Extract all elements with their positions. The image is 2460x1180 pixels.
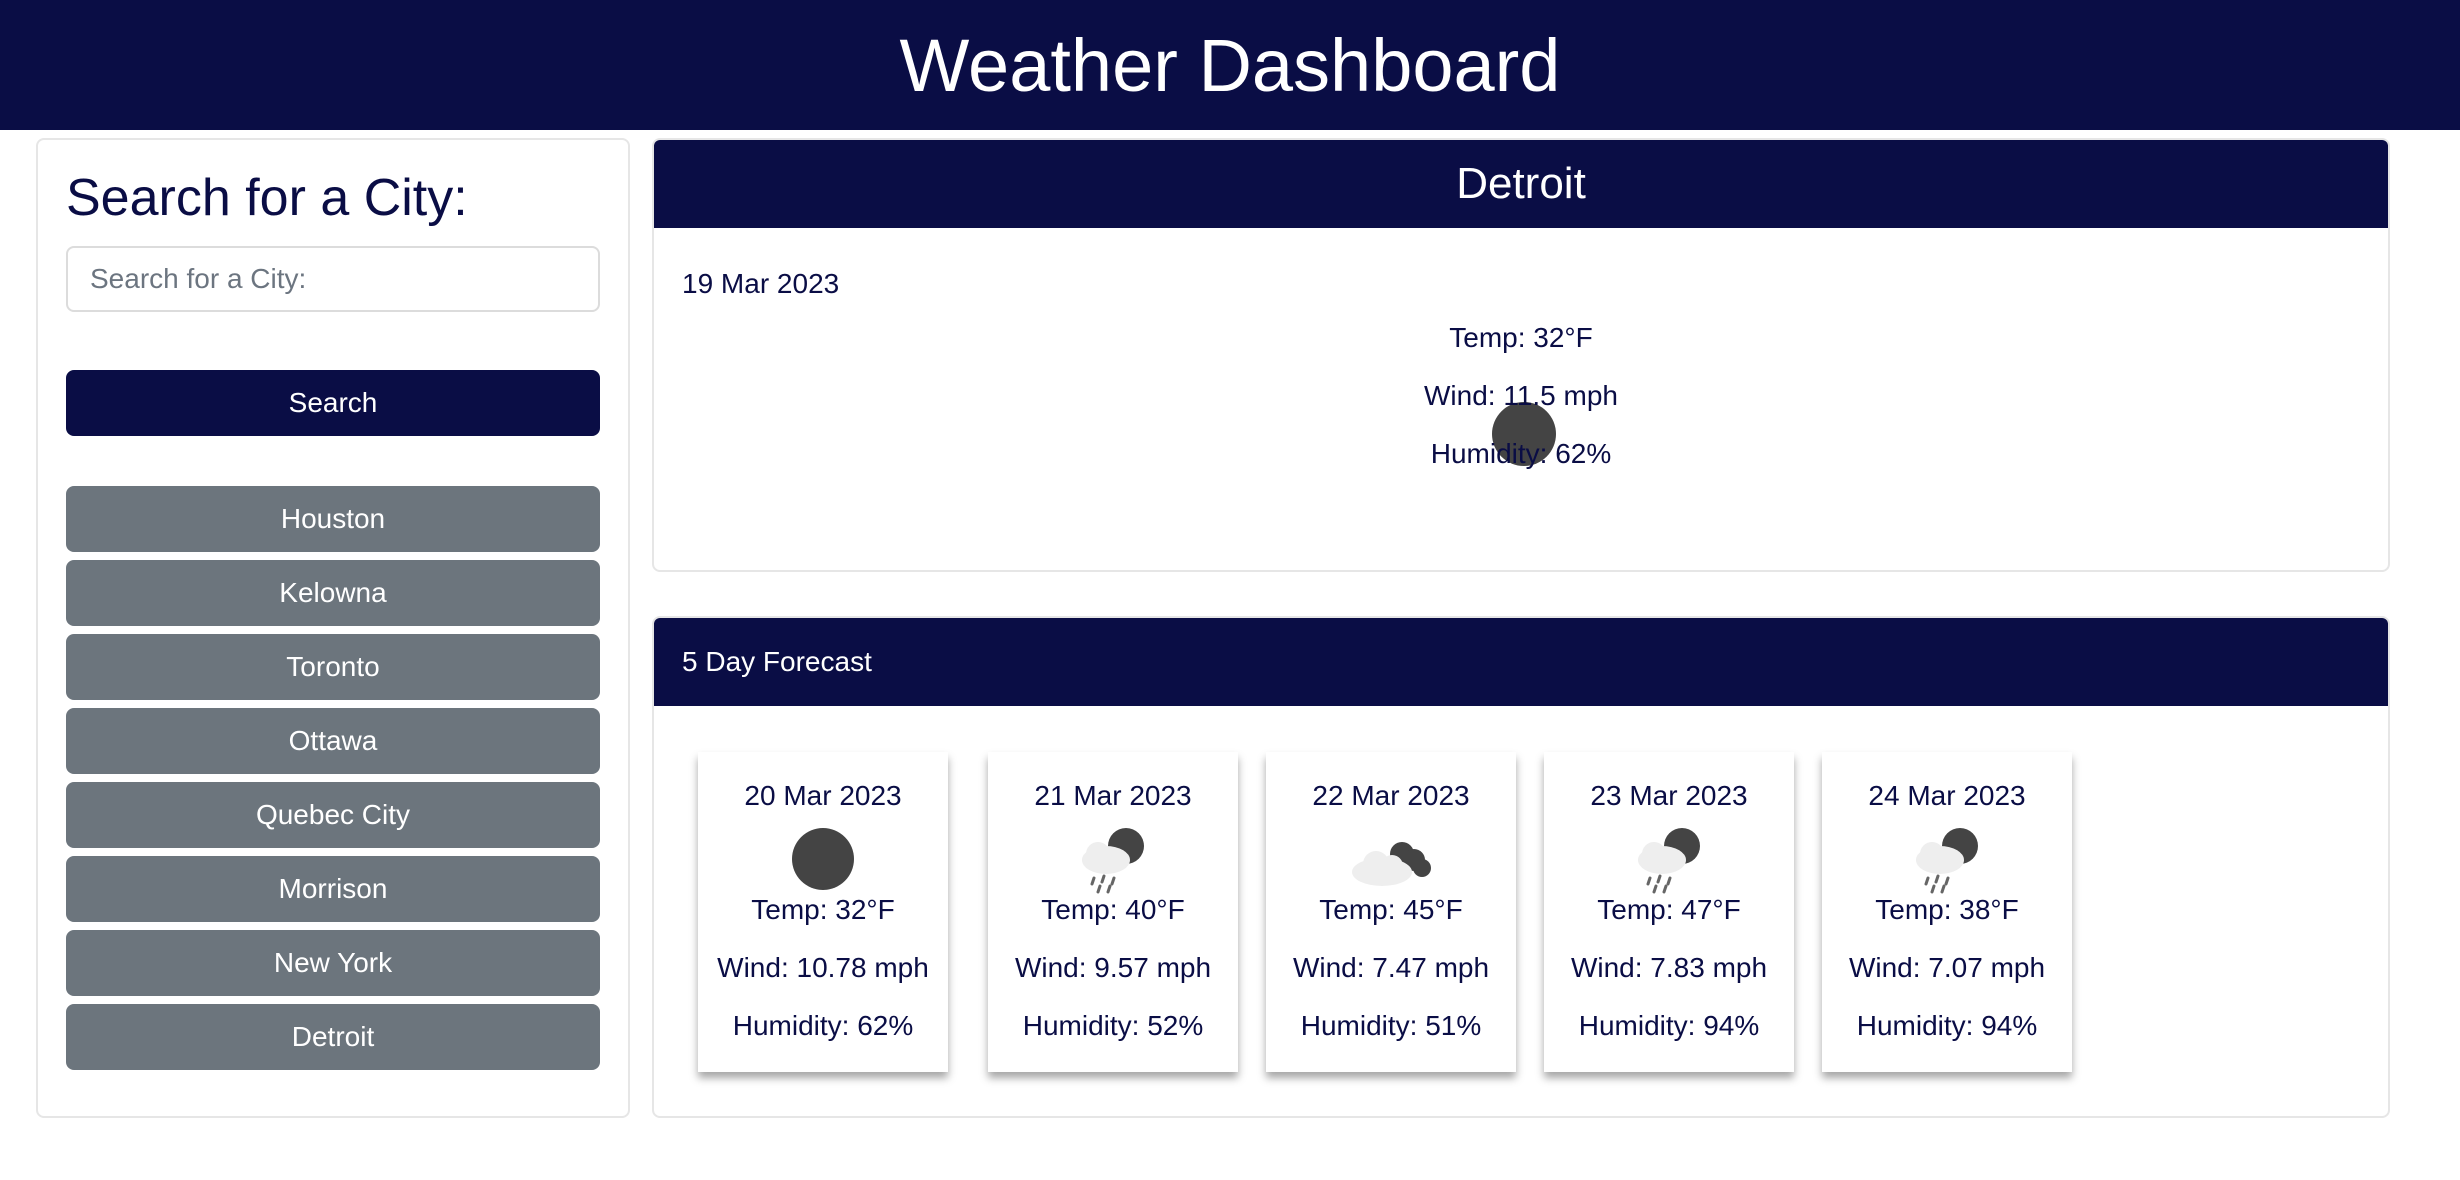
city-button-new-york[interactable]: New York [66, 930, 600, 996]
current-temp: Temp: 32°F [1449, 322, 1593, 353]
forecast-card: 22 Mar 2023 Temp: 45°F Wind: 7.47 mph Hu… [1266, 752, 1516, 1072]
city-button-morrison[interactable]: Morrison [66, 856, 600, 922]
current-weather-body: 19 Mar 2023 Temp: 32°F Wind: 11.5 mph Hu… [654, 228, 2388, 570]
forecast-temp: Temp: 38°F [1875, 894, 2019, 925]
forecast-title: 5 Day Forecast [682, 646, 872, 677]
forecast-humidity: Humidity: 51% [1300, 1010, 1482, 1041]
forecast-date: 20 Mar 2023 [744, 780, 902, 811]
night-rain-icon [1082, 828, 1144, 894]
current-city-name: Detroit [1456, 159, 1586, 208]
city-button-kelowna[interactable]: Kelowna [66, 560, 600, 626]
city-search-input[interactable] [66, 246, 600, 312]
forecast-humidity: Humidity: 52% [1022, 1010, 1204, 1041]
city-button-houston[interactable]: Houston [66, 486, 600, 552]
forecast-temp: Temp: 45°F [1319, 894, 1463, 925]
forecast-card: 23 Mar 2023 Temp: 47°F Wind: 7.83 mph Hu… [1544, 752, 1794, 1072]
current-weather-panel: Detroit 19 Mar 2023 Temp: 32°F Wind: 11.… [652, 138, 2390, 572]
search-button[interactable]: Search [66, 370, 600, 436]
page-title: Weather Dashboard [899, 23, 1561, 107]
forecast-card: 24 Mar 2023 Temp: 38°F Wind: 7.07 mph Hu… [1822, 752, 2072, 1072]
city-button-detroit[interactable]: Detroit [66, 1004, 600, 1070]
search-sidebar: Search for a City: Search Houston Kelown… [36, 138, 630, 1118]
app-header: Weather Dashboard [0, 0, 2460, 130]
current-wind: Wind: 11.5 mph [1423, 380, 1619, 411]
broken-clouds-icon [1352, 842, 1431, 886]
search-history-list: Houston Kelowna Toronto Ottawa Quebec Ci… [66, 486, 600, 1070]
forecast-date: 23 Mar 2023 [1590, 780, 1748, 811]
forecast-wind: Wind: 7.83 mph [1570, 952, 1768, 983]
night-rain-icon [1638, 828, 1700, 894]
forecast-wind: Wind: 7.47 mph [1292, 952, 1490, 983]
forecast-wind: Wind: 9.57 mph [1014, 952, 1212, 983]
night-rain-icon [1916, 828, 1978, 894]
city-button-toronto[interactable]: Toronto [66, 634, 600, 700]
city-button-quebec-city[interactable]: Quebec City [66, 782, 600, 848]
current-city-header: Detroit [654, 140, 2388, 228]
forecast-humidity: Humidity: 94% [1578, 1010, 1760, 1041]
forecast-date: 21 Mar 2023 [1034, 780, 1192, 811]
search-heading: Search for a City: [66, 169, 468, 227]
forecast-date: 24 Mar 2023 [1868, 780, 2026, 811]
forecast-header: 5 Day Forecast [654, 618, 2388, 706]
forecast-date: 22 Mar 2023 [1312, 780, 1470, 811]
forecast-card: 20 Mar 2023 Temp: 32°F Wind: 10.78 mph H… [698, 752, 948, 1072]
current-humidity: Humidity: 62% [1430, 438, 1612, 469]
forecast-wind: Wind: 10.78 mph [717, 952, 929, 983]
forecast-card: 21 Mar 2023 Temp: 40°F Wind: 9.57 mph Hu… [988, 752, 1238, 1072]
moon-icon [792, 828, 854, 890]
forecast-humidity: Humidity: 94% [1856, 1010, 2038, 1041]
forecast-temp: Temp: 40°F [1041, 894, 1185, 925]
forecast-panel: 5 Day Forecast 20 Mar 2023 Temp: 32°F Wi… [652, 616, 2390, 1118]
forecast-temp: Temp: 47°F [1597, 894, 1741, 925]
forecast-wind: Wind: 7.07 mph [1848, 952, 2046, 983]
current-date: 19 Mar 2023 [682, 268, 840, 299]
city-button-ottawa[interactable]: Ottawa [66, 708, 600, 774]
forecast-humidity: Humidity: 62% [732, 1010, 914, 1041]
forecast-temp: Temp: 32°F [751, 894, 895, 925]
